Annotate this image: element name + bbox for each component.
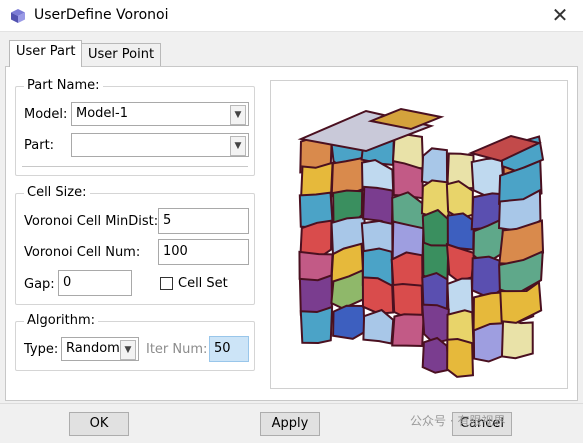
cell-set-checkbox[interactable] bbox=[160, 277, 173, 290]
apply-button[interactable]: Apply bbox=[260, 412, 320, 436]
chevron-down-icon: ▼ bbox=[120, 340, 136, 360]
type-value: Random bbox=[66, 341, 120, 356]
gap-label: Gap: bbox=[24, 277, 55, 292]
cell-num-input[interactable]: 100 bbox=[158, 239, 249, 265]
cell-num-label: Voronoi Cell Num: bbox=[24, 245, 141, 260]
model-select[interactable]: Model-1 ▼ bbox=[71, 102, 249, 126]
part-name-group bbox=[15, 86, 255, 176]
chevron-down-icon: ▼ bbox=[230, 136, 246, 156]
algorithm-group-label: Algorithm: bbox=[24, 313, 99, 328]
model-value: Model-1 bbox=[76, 106, 128, 121]
model-label: Model: bbox=[24, 107, 68, 122]
iter-num-input[interactable]: 50 bbox=[209, 336, 249, 362]
mindist-label: Voronoi Cell MinDist: bbox=[24, 214, 159, 229]
part-select[interactable]: ▼ bbox=[71, 133, 249, 157]
footer-divider bbox=[0, 403, 583, 404]
chevron-down-icon: ▼ bbox=[230, 105, 246, 125]
tab-user-part[interactable]: User Part bbox=[9, 40, 83, 67]
cell-set-label: Cell Set bbox=[178, 276, 228, 291]
cell-size-group-label: Cell Size: bbox=[24, 185, 90, 200]
title-bar: UserDefine Voronoi ✕ bbox=[0, 0, 583, 32]
tab-user-point-label: User Point bbox=[88, 47, 155, 62]
window-title: UserDefine Voronoi bbox=[34, 7, 169, 23]
type-label: Type: bbox=[24, 342, 59, 357]
voronoi-3d-image bbox=[297, 107, 545, 378]
gap-input[interactable]: 0 bbox=[58, 270, 132, 296]
watermark: 公众号 · 有限视界 bbox=[410, 414, 506, 428]
close-button[interactable]: ✕ bbox=[548, 4, 572, 26]
part-label: Part: bbox=[24, 138, 55, 153]
tab-user-point[interactable]: User Point bbox=[81, 43, 162, 67]
close-icon: ✕ bbox=[551, 3, 569, 27]
tab-user-part-label: User Part bbox=[16, 44, 76, 59]
voronoi-preview bbox=[270, 80, 568, 389]
type-select[interactable]: Random ▼ bbox=[61, 337, 139, 361]
mindist-input[interactable]: 5 bbox=[158, 208, 249, 234]
ok-button[interactable]: OK bbox=[69, 412, 129, 436]
part-name-group-label: Part Name: bbox=[24, 78, 103, 93]
separator bbox=[22, 166, 248, 167]
voronoi-app-icon bbox=[11, 9, 25, 23]
iter-num-label: Iter Num: bbox=[146, 342, 208, 357]
